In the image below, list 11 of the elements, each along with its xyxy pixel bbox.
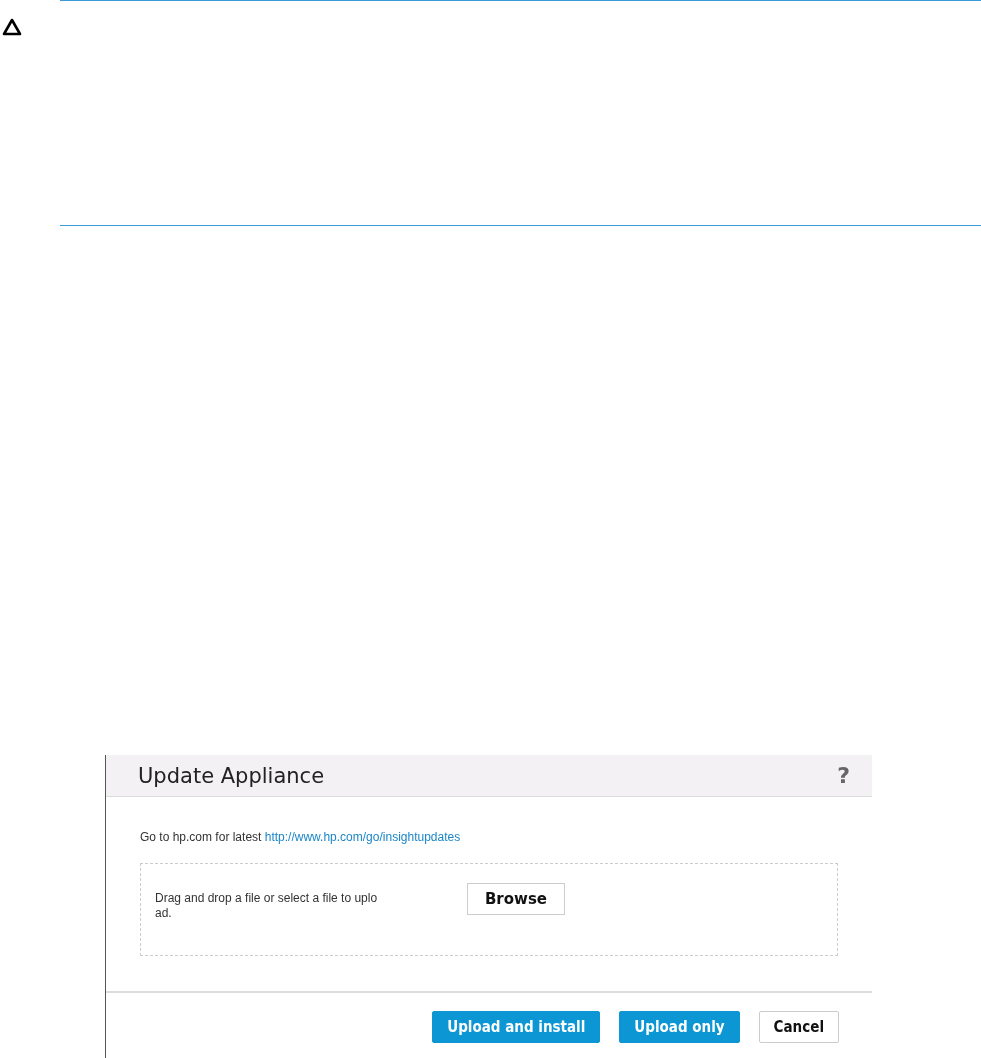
cancel-button[interactable]: Cancel <box>758 1011 839 1043</box>
help-button[interactable]: ? <box>837 763 850 788</box>
update-link[interactable]: http://www.hp.com/go/insightupdates <box>264 830 461 844</box>
dialog-title: Update Appliance <box>138 763 325 788</box>
upload-button[interactable]: Upload and install <box>432 1011 601 1043</box>
drop-zone[interactable]: Drag and drop a file or select a file to uplo ad. Browse <box>140 863 838 956</box>
browse-button[interactable]: Browse <box>467 883 565 915</box>
warning-icon <box>2 18 22 36</box>
drop-zone-text: Drag and drop a file or select a file to uplo ad. <box>155 890 379 921</box>
intro-text: Go to hp.com for latest http://www.hp.com/go/insightupdates <box>140 830 462 845</box>
upload-button[interactable]: Upload only <box>619 1011 740 1043</box>
